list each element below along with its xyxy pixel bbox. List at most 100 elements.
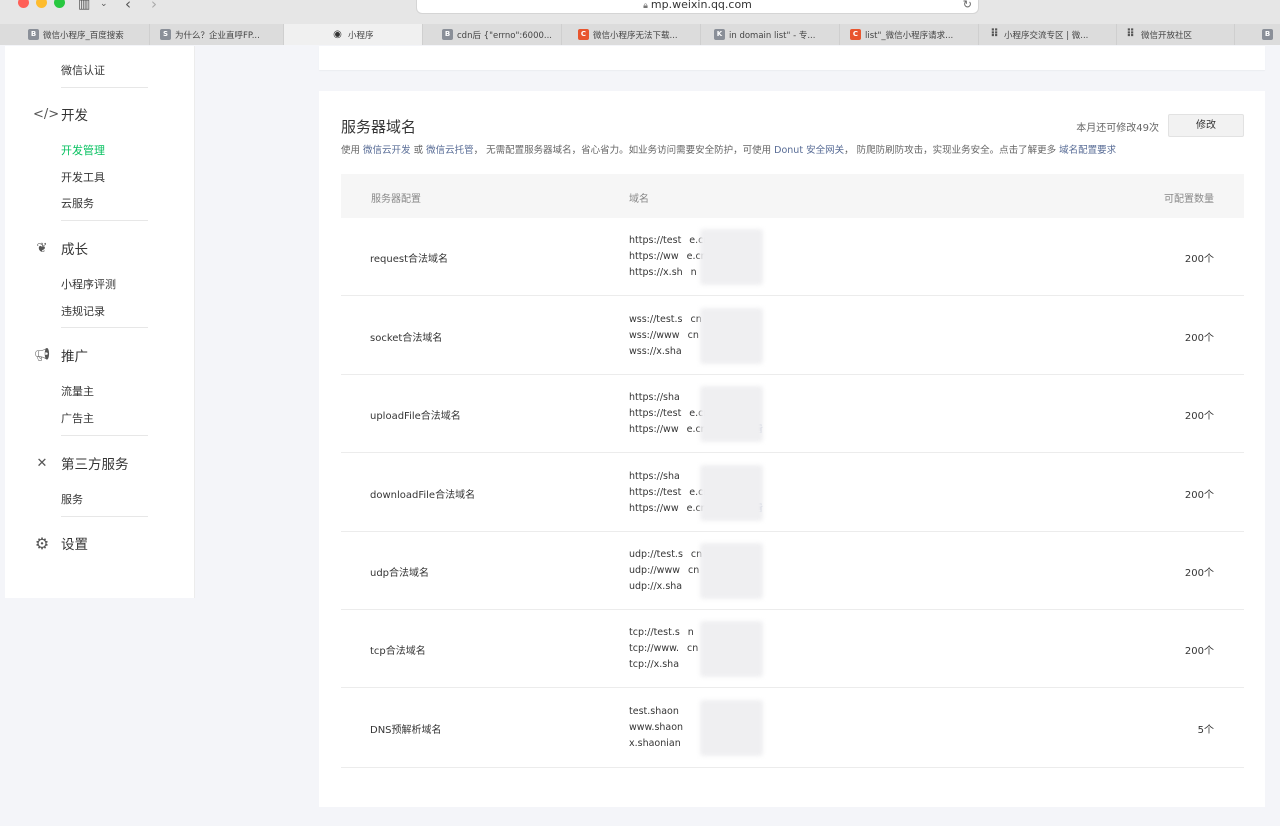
config-name: request合法域名	[370, 254, 449, 265]
zoom-window-button[interactable]	[54, 0, 65, 8]
domain-entry: tcp://www. cn	[629, 641, 698, 657]
domain-entry: wss://test.s cn	[629, 312, 702, 328]
sidebar-item-violations[interactable]: 违规记录	[61, 303, 105, 319]
config-count: 200个	[1184, 568, 1214, 579]
page-title: 服务器域名	[341, 118, 417, 136]
domain-list: test.shaon www.shaon x.shaonian	[629, 704, 691, 752]
sidebar-item-cloud[interactable]: 云服务	[61, 195, 94, 211]
sidebar-group-title: 成长	[61, 242, 88, 258]
tab-favicon-icon: K	[714, 29, 725, 40]
cloud-hosting-link[interactable]: 微信云托管	[426, 145, 474, 156]
domain-suffix: n	[690, 267, 697, 278]
desc-text: 或	[410, 145, 427, 156]
domain-prefix: https://ww	[629, 251, 679, 262]
divider	[61, 327, 148, 328]
sidebar-item-wechat-verify[interactable]: 微信认证	[61, 62, 105, 78]
sidebar-group-settings[interactable]: ⚙ 设置	[33, 533, 88, 554]
tab-label: 小程序交流专区 | 微...	[1004, 30, 1089, 41]
config-count: 200个	[1184, 332, 1214, 344]
config-name: downloadFile合法域名	[370, 489, 476, 501]
divider	[61, 87, 148, 88]
sidebar-item-evaluation[interactable]: 小程序评测	[61, 276, 116, 292]
desc-text: ， 无需配置服务器域名，省心省力。如业务访问需要安全防护，可使用	[473, 145, 775, 156]
tab-favicon-icon: S	[160, 29, 171, 40]
divider	[61, 220, 148, 221]
column-header-config: 服务器配置	[371, 194, 421, 205]
domain-prefix: https://sha	[629, 470, 680, 482]
sidebar-item-traffic-owner[interactable]: 流量主	[61, 383, 94, 399]
column-header-count: 可配置数量	[1164, 194, 1214, 205]
sidebar-item-advertiser[interactable]: 广告主	[61, 410, 94, 426]
grid-icon: ⠿	[990, 27, 999, 40]
domain-prefix: udp://x.sha	[629, 581, 683, 592]
modify-quota-text: 本月还可修改49次	[1076, 123, 1159, 134]
domain-suffix: cn	[688, 565, 700, 576]
browser-tab[interactable]: ⠿ 微信开放社区	[1117, 24, 1235, 45]
domain-list: tcp://test.s n tcp://www. cn tcp://x.sha	[629, 625, 698, 673]
sidebar-group-growth[interactable]: ❦ 成长	[33, 238, 88, 259]
domain-entry: udp://test.s cn	[629, 547, 702, 563]
code-icon: </>	[33, 106, 60, 122]
sidebar-item-services[interactable]: 服务	[61, 491, 83, 507]
redaction-blur	[700, 307, 763, 364]
redaction-blur	[700, 543, 763, 599]
domain-prefix: https://test	[629, 486, 682, 498]
domain-entry: tcp://x.sha	[629, 657, 698, 673]
sidebar-group-third-party[interactable]: ✕ 第三方服务	[33, 453, 129, 474]
table-row: DNS预解析域名 test.shaon www.shaon x.shaonian 5个	[341, 688, 1244, 768]
tab-label: 微信开放社区	[1141, 30, 1193, 41]
domain-entry: https://teste.cn	[629, 233, 709, 249]
sidebar-toggle-icon[interactable]: ▥	[78, 0, 90, 12]
donut-gateway-link[interactable]: Donut 安全网关	[774, 145, 844, 156]
tab-label: 小程序	[348, 30, 374, 41]
browser-tab[interactable]: C 微信小程序无法下载...	[562, 24, 701, 45]
table-row: request合法域名 https://teste.cnhttps://wwe.c…	[341, 218, 1244, 296]
server-domain-card: 服务器域名 本月还可修改49次 修改 使用 微信云开发 或 微信云托管， 无需配…	[319, 91, 1265, 807]
redaction-blur	[700, 621, 763, 677]
domain-prefix: https://test	[629, 235, 682, 246]
domain-requirements-link[interactable]: 域名配置要求	[1059, 145, 1116, 156]
domain-entry: https://ww e.cn	[629, 249, 709, 265]
address-bar[interactable]: 🔒︎ mp.weixin.qq.com ↻	[416, 0, 979, 14]
column-header-domain: 域名	[629, 194, 649, 205]
config-name: tcp合法域名	[370, 646, 426, 657]
domain-prefix: udp://www	[629, 565, 680, 576]
back-button[interactable]: ‹	[125, 0, 131, 13]
tab-label: in domain list" - 专...	[729, 30, 816, 41]
config-count: 200个	[1184, 489, 1214, 501]
gear-icon: ⚙	[34, 533, 50, 553]
domain-suffix: cn	[687, 643, 699, 654]
close-window-button[interactable]	[18, 0, 29, 8]
config-name: socket合法域名	[370, 332, 443, 344]
reload-icon[interactable]: ↻	[963, 0, 972, 15]
browser-tab[interactable]: Bcdn后 {"errno":6000...	[423, 24, 562, 45]
sidebar-item-dev-tools[interactable]: 开发工具	[61, 169, 105, 185]
sidebar-group-promote[interactable]: 📢︎ 推广	[33, 345, 88, 366]
browser-tab[interactable]: B	[1235, 24, 1280, 45]
domain-prefix: wss://x.sha	[629, 345, 682, 357]
browser-tab[interactable]: ⠿ 小程序交流专区 | 微...	[979, 24, 1117, 45]
sidebar-group-title: 推广	[61, 349, 88, 365]
tab-label: 为什么？企业直呼FP...	[175, 30, 260, 41]
chevron-down-icon[interactable]: ⌄	[100, 0, 108, 9]
domain-entry: www.shaon	[629, 720, 691, 736]
forward-button[interactable]: ›	[151, 0, 157, 13]
browser-tab-active[interactable]: ◉ 小程序	[284, 24, 423, 45]
domain-suffix: n	[687, 627, 694, 638]
table-row: tcp合法域名 tcp://test.s n tcp://www. cn tcp://x.…	[341, 610, 1244, 688]
divider	[61, 435, 148, 436]
minimize-window-button[interactable]	[36, 0, 47, 8]
browser-tab[interactable]: Clist"_微信小程序请求...	[840, 24, 979, 45]
cloud-dev-link[interactable]: 微信云开发	[363, 145, 411, 156]
sidebar-group-develop[interactable]: </> 开发	[33, 104, 88, 125]
browser-tab[interactable]: S 为什么？企业直呼FP...	[150, 24, 284, 45]
url-text: mp.weixin.qq.com	[650, 0, 752, 11]
domain-entry: test.shaon	[629, 704, 691, 720]
edit-button[interactable]: 修改	[1168, 114, 1244, 137]
previous-section-card	[319, 46, 1265, 70]
sidebar-item-dev-manage[interactable]: 开发管理	[61, 142, 105, 158]
domain-entry: wss://www cn	[629, 328, 702, 344]
browser-tab[interactable]: Kin domain list" - 专...	[701, 24, 840, 45]
browser-tab[interactable]: B 微信小程序_百度搜索	[0, 24, 150, 45]
domain-entry: https://x.sh n	[629, 265, 709, 281]
